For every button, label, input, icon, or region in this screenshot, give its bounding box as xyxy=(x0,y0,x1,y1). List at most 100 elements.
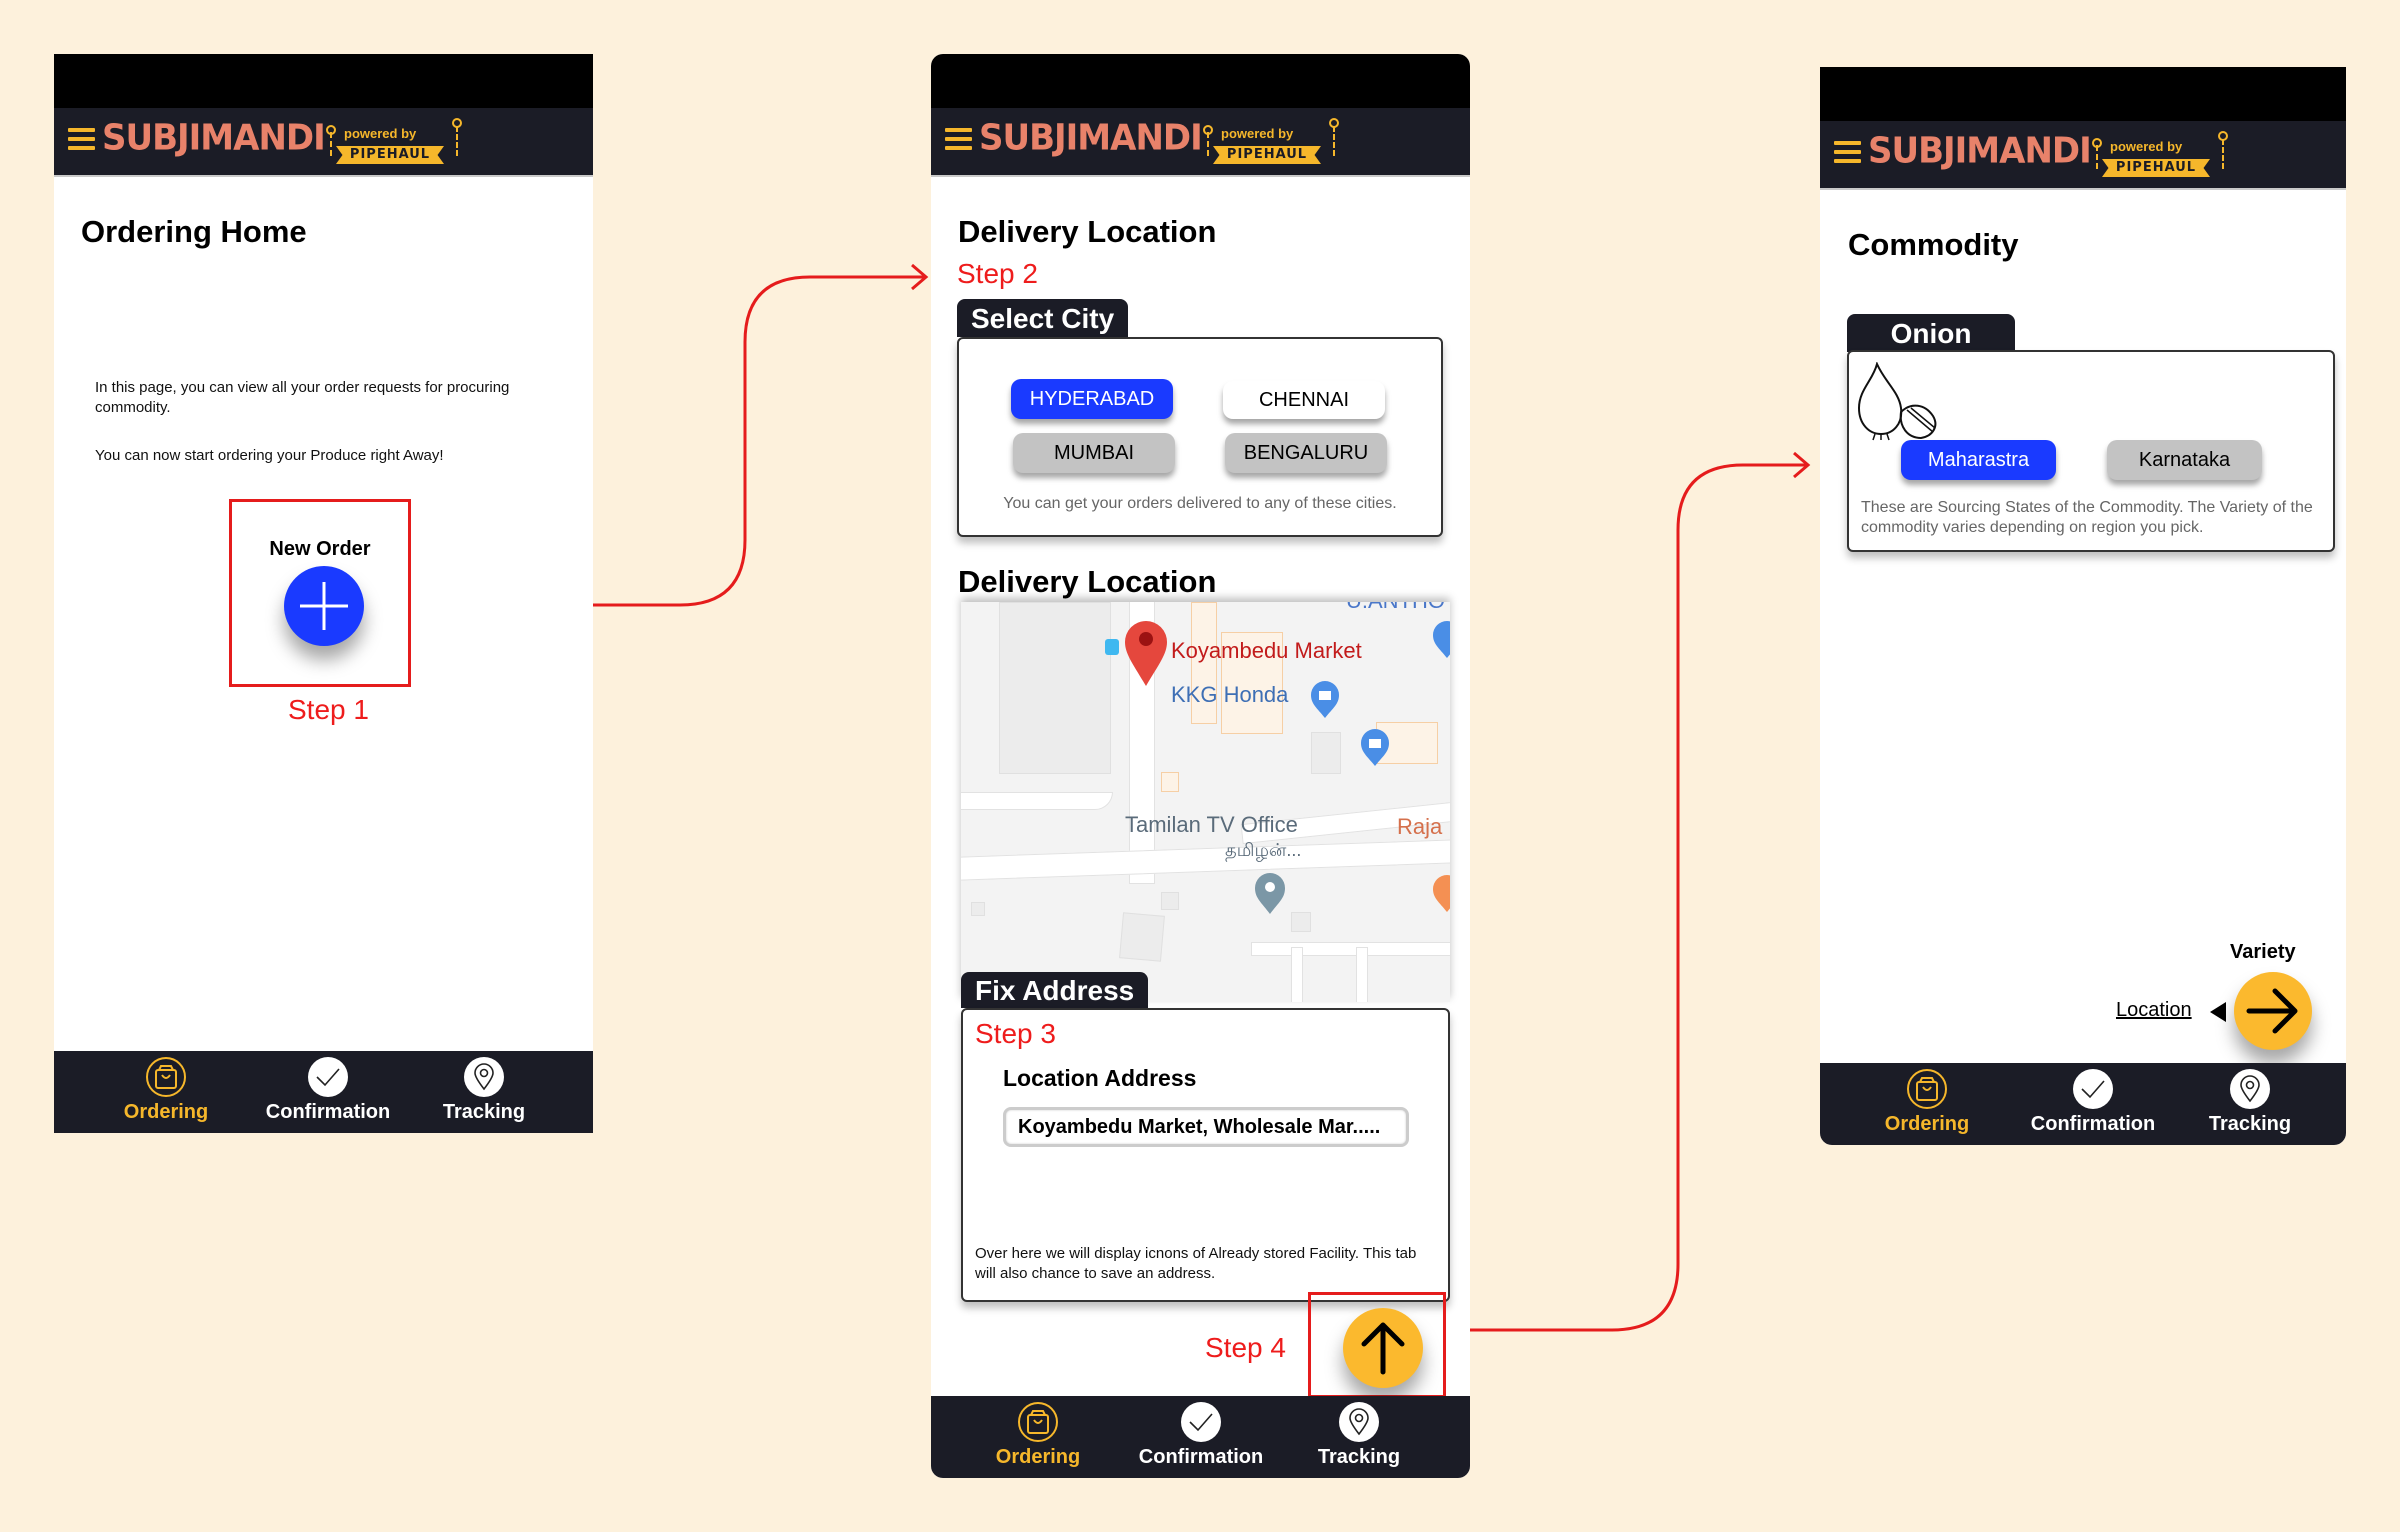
states-hint: These are Sourcing States of the Commodi… xyxy=(1861,499,2313,536)
nav-ordering[interactable]: Ordering xyxy=(968,1402,1108,1469)
map-pin-label: Koyambedu Market xyxy=(1171,638,1362,663)
next-variety-button[interactable] xyxy=(2234,972,2312,1050)
commodity-tab: Onion xyxy=(1847,314,2015,352)
app-bar: SUBJIMANDI powered by PIPEHAUL xyxy=(54,108,593,177)
powered-by-text: powered by xyxy=(344,126,417,141)
app-bar: SUBJIMANDI powered by PIPEHAUL xyxy=(931,108,1470,177)
fix-address-note: Over here we will display icnons of Alre… xyxy=(975,1245,1417,1282)
new-order-label: New Order xyxy=(269,538,371,560)
location-address-label: Location Address xyxy=(1003,1065,1197,1091)
plus-icon xyxy=(300,582,348,630)
place-pin-icon xyxy=(1255,873,1285,914)
brand-logo: SUBJIMANDI xyxy=(102,117,326,159)
status-bar xyxy=(1820,67,2346,121)
shopping-place-icon xyxy=(1361,729,1389,766)
map-place-tamil: தமிழன்... xyxy=(1225,840,1302,860)
map-place-kkg-honda[interactable]: KKG Honda xyxy=(1171,682,1288,708)
map-place-raja[interactable]: Raja xyxy=(1397,814,1442,840)
shopping-bag-icon xyxy=(1907,1069,1947,1109)
state-karnataka-button[interactable]: Karnataka xyxy=(2107,440,2262,480)
location-pin-icon xyxy=(464,1057,504,1097)
map-section-title: Delivery Location xyxy=(958,564,1217,599)
map-view[interactable]: U.ANTHO Koyambedu Market KKG Honda Tamil… xyxy=(961,602,1450,1002)
nav-tracking-label: Tracking xyxy=(442,1101,526,1123)
shopping-cart-place-icon xyxy=(1433,621,1450,658)
checkmark-icon xyxy=(308,1057,348,1097)
bottom-nav: Ordering Confirmation Tracking xyxy=(1820,1063,2346,1145)
partner-logo: PIPEHAUL xyxy=(1213,146,1321,164)
page-title: Ordering Home xyxy=(81,214,307,249)
map-place-tamilan-tv[interactable]: Tamilan TV Office xyxy=(1125,812,1298,838)
nav-confirmation[interactable]: Confirmation xyxy=(2023,1069,2163,1136)
location-pin-icon xyxy=(1339,1402,1379,1442)
powered-by-text: powered by xyxy=(2110,139,2183,154)
nav-ordering-label: Ordering xyxy=(123,1101,209,1123)
powered-by-badge: powered by PIPEHAUL xyxy=(2092,131,2234,183)
checkmark-icon xyxy=(1181,1402,1221,1442)
step1-label: Step 1 xyxy=(288,694,369,725)
nav-ordering-label: Ordering xyxy=(1884,1113,1970,1135)
shopping-bag-icon xyxy=(146,1057,186,1097)
page-title: Commodity xyxy=(1848,227,2019,262)
nav-confirmation-label: Confirmation xyxy=(265,1101,391,1123)
back-to-location-link[interactable]: Location xyxy=(2116,999,2192,1022)
nav-tracking-label: Tracking xyxy=(2208,1113,2292,1135)
nav-ordering[interactable]: Ordering xyxy=(1857,1069,1997,1136)
nav-tracking-label: Tracking xyxy=(1317,1446,1401,1468)
screen-delivery-location: SUBJIMANDI powered by PIPEHAUL Delivery … xyxy=(931,54,1470,1478)
brand-logo: SUBJIMANDI xyxy=(1868,130,2092,172)
city-chennai-button[interactable]: CHENNAI xyxy=(1223,381,1385,419)
nav-tracking[interactable]: Tracking xyxy=(1289,1402,1429,1469)
arrow-right-icon xyxy=(2246,988,2298,1034)
select-city-card: HYDERABAD CHENNAI MUMBAI BENGALURU You c… xyxy=(957,337,1443,537)
nav-tracking[interactable]: Tracking xyxy=(2180,1069,2320,1136)
hamburger-menu-icon[interactable] xyxy=(68,128,95,150)
city-bengaluru-button[interactable]: BENGALURU xyxy=(1225,433,1387,473)
commodity-card: Maharastra Karnataka These are Sourcing … xyxy=(1847,350,2335,552)
variety-label: Variety xyxy=(2230,941,2296,963)
step2-label: Step 2 xyxy=(957,258,1038,289)
connector-step4-arrowhead xyxy=(1793,451,1811,479)
city-hyderabad-button[interactable]: HYDERABAD xyxy=(1011,379,1173,419)
nav-confirmation[interactable]: Confirmation xyxy=(1131,1402,1271,1469)
connector-step4-to-step3 xyxy=(1450,463,1806,1332)
nav-confirmation-label: Confirmation xyxy=(2030,1113,2156,1135)
page-description: In this page, you can view all your orde… xyxy=(95,379,510,416)
nav-ordering[interactable]: Ordering xyxy=(96,1057,236,1124)
location-pin-icon xyxy=(2230,1069,2270,1109)
bottom-nav: Ordering Confirmation Tracking xyxy=(54,1051,593,1133)
app-bar: SUBJIMANDI powered by PIPEHAUL xyxy=(1820,121,2346,190)
fix-address-tab: Fix Address xyxy=(961,972,1149,1008)
new-order-button[interactable] xyxy=(284,566,364,646)
next-button[interactable] xyxy=(1343,1308,1423,1388)
bottom-nav: Ordering Confirmation Tracking xyxy=(931,1396,1470,1478)
brand-logo: SUBJIMANDI xyxy=(979,117,1203,159)
city-mumbai-button[interactable]: MUMBAI xyxy=(1013,433,1175,473)
nav-confirmation-label: Confirmation xyxy=(1138,1446,1264,1468)
status-bar xyxy=(931,54,1470,108)
checkmark-icon xyxy=(2073,1069,2113,1109)
hamburger-menu-icon[interactable] xyxy=(1834,141,1861,163)
nav-confirmation[interactable]: Confirmation xyxy=(258,1057,398,1124)
back-triangle-icon xyxy=(2210,1002,2226,1022)
select-city-tab: Select City xyxy=(957,299,1129,337)
page-title: Delivery Location xyxy=(958,214,1217,249)
partner-logo: PIPEHAUL xyxy=(2102,159,2210,177)
screen-ordering-home: SUBJIMANDI powered by PIPEHAUL Ordering … xyxy=(54,54,593,1133)
screen-commodity: SUBJIMANDI powered by PIPEHAUL Commodity… xyxy=(1820,67,2346,1145)
map-pin-icon[interactable] xyxy=(1123,620,1169,688)
state-maharastra-button[interactable]: Maharastra xyxy=(1901,440,2056,480)
nav-tracking[interactable]: Tracking xyxy=(414,1057,554,1124)
powered-by-text: powered by xyxy=(1221,126,1294,141)
hamburger-menu-icon[interactable] xyxy=(945,128,972,150)
status-bar xyxy=(54,54,593,108)
location-address-input[interactable]: Koyambedu Market, Wholesale Mar..... xyxy=(1003,1107,1409,1147)
connector-step1-arrowhead xyxy=(911,263,929,291)
onion-icon xyxy=(1857,362,1937,441)
restaurant-place-icon xyxy=(1433,875,1450,912)
partner-logo: PIPEHAUL xyxy=(336,146,444,164)
cta-text: You can now start ordering your Produce … xyxy=(95,447,444,464)
bus-stop-icon xyxy=(1105,639,1119,655)
arrow-up-icon xyxy=(1361,1322,1405,1375)
shopping-place-icon xyxy=(1311,681,1339,718)
